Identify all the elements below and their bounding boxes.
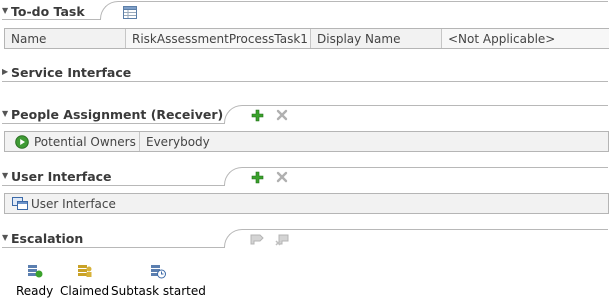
section-divider-curve xyxy=(224,229,247,248)
potential-owners-label: Potential Owners xyxy=(34,134,136,149)
collapse-triangle-icon[interactable]: ▼ xyxy=(2,110,11,118)
section-divider xyxy=(2,185,224,186)
todo-section-title: To-do Task xyxy=(11,3,85,19)
people-assignment-value: Everybody xyxy=(139,132,609,151)
add-escalation-button[interactable] xyxy=(250,232,264,246)
name-label: Name xyxy=(11,31,47,46)
display-name-value-field[interactable]: <Not Applicable> xyxy=(441,29,609,48)
todo-section-header[interactable]: ▼ To-do Task xyxy=(2,3,85,19)
add-people-button[interactable] xyxy=(250,108,264,122)
name-value-field[interactable]: RiskAssessmentProcessTask1 xyxy=(125,29,310,48)
remove-escalation-button[interactable] xyxy=(275,232,289,246)
escalation-title: Escalation xyxy=(11,230,84,246)
play-circle-icon xyxy=(15,134,29,149)
todo-properties-row: Name RiskAssessmentProcessTask1 Display … xyxy=(4,28,609,49)
section-divider xyxy=(2,19,100,20)
remove-user-interface-button[interactable] xyxy=(275,170,289,184)
section-divider xyxy=(2,81,608,82)
user-interface-cell: User Interface xyxy=(5,194,609,213)
section-divider xyxy=(2,247,224,248)
people-assignment-section-header[interactable]: ▼ People Assignment (Receiver) xyxy=(2,106,223,122)
ready-state[interactable]: Ready xyxy=(16,263,53,298)
collapse-triangle-icon[interactable]: ▼ xyxy=(2,7,11,15)
display-name-label: Display Name xyxy=(310,29,441,48)
section-divider-curve xyxy=(224,167,247,186)
section-divider xyxy=(242,167,608,168)
section-divider xyxy=(242,229,608,230)
collapse-triangle-icon[interactable]: ▼ xyxy=(2,234,11,242)
potential-owners-cell: Potential Owners xyxy=(5,132,139,151)
user-interface-section-header[interactable]: ▼ User Interface xyxy=(2,168,112,184)
user-interface-label: User Interface xyxy=(31,196,116,211)
section-divider-curve xyxy=(224,105,247,124)
user-interface-row[interactable]: User Interface xyxy=(4,193,609,214)
subtask-started-icon xyxy=(150,263,167,282)
service-interface-title: Service Interface xyxy=(11,64,132,80)
section-divider xyxy=(2,123,224,124)
user-interface-icon xyxy=(12,196,28,211)
ready-state-label: Ready xyxy=(16,284,54,298)
people-assignment-row[interactable]: Potential Owners Everybody xyxy=(4,131,609,152)
collapse-triangle-icon[interactable]: ▼ xyxy=(2,172,11,180)
section-divider-curve xyxy=(100,1,123,20)
remove-people-button[interactable] xyxy=(275,108,289,122)
people-assignment-title: People Assignment (Receiver) xyxy=(11,106,224,122)
user-interface-title: User Interface xyxy=(11,168,112,184)
ready-state-icon xyxy=(27,263,43,282)
expand-triangle-icon[interactable]: ▶ xyxy=(2,68,11,76)
service-interface-section-header[interactable]: ▶ Service Interface xyxy=(2,64,131,80)
claimed-state[interactable]: Claimed xyxy=(60,263,109,298)
table-view-icon[interactable] xyxy=(123,5,137,19)
escalation-section-header[interactable]: ▼ Escalation xyxy=(2,230,83,246)
subtask-started-state[interactable]: Subtask started xyxy=(111,263,206,298)
add-user-interface-button[interactable] xyxy=(250,170,264,184)
section-divider xyxy=(118,1,608,2)
claimed-state-label: Claimed xyxy=(60,284,110,298)
subtask-started-label: Subtask started xyxy=(111,284,206,298)
section-divider xyxy=(242,105,608,106)
claimed-state-icon xyxy=(77,263,93,282)
